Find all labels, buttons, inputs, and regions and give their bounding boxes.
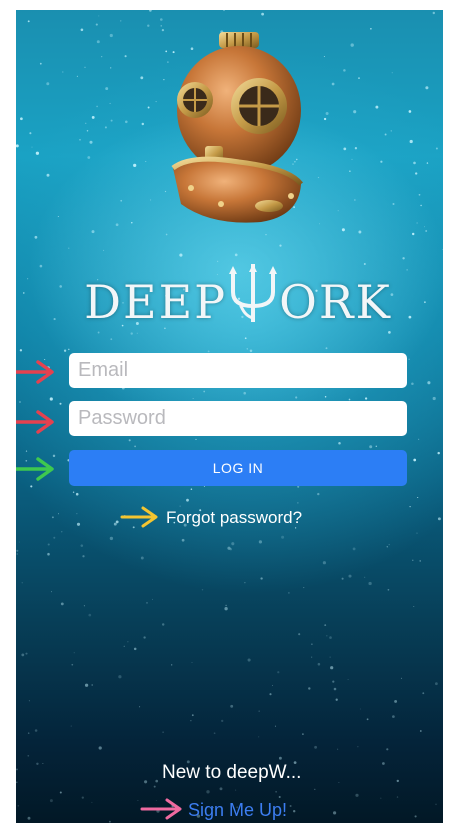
diving-helmet-icon: [171, 32, 303, 223]
forgot-password-link[interactable]: Forgot password?: [166, 508, 302, 528]
new-user-text: New to deepW...: [162, 762, 302, 783]
app-logo: DEEP ORK: [68, 262, 408, 329]
logo-text-left: DEEP: [84, 275, 228, 329]
arrow-signup: [140, 798, 182, 820]
password-field[interactable]: [69, 401, 407, 436]
arrow-email: [16, 360, 54, 384]
logo-text-right: ORK: [279, 275, 392, 329]
arrow-forgot: [120, 506, 158, 528]
login-screen: DEEP ORK LOG IN Forgot password? New to …: [16, 10, 443, 823]
arrow-login: [16, 457, 54, 481]
login-button-label: LOG IN: [212, 460, 264, 476]
arrow-password: [16, 410, 54, 434]
login-button[interactable]: LOG IN: [69, 450, 407, 486]
trident-icon: [229, 264, 278, 322]
sign-up-link[interactable]: Sign Me Up!: [188, 800, 287, 821]
email-field[interactable]: [69, 353, 407, 388]
